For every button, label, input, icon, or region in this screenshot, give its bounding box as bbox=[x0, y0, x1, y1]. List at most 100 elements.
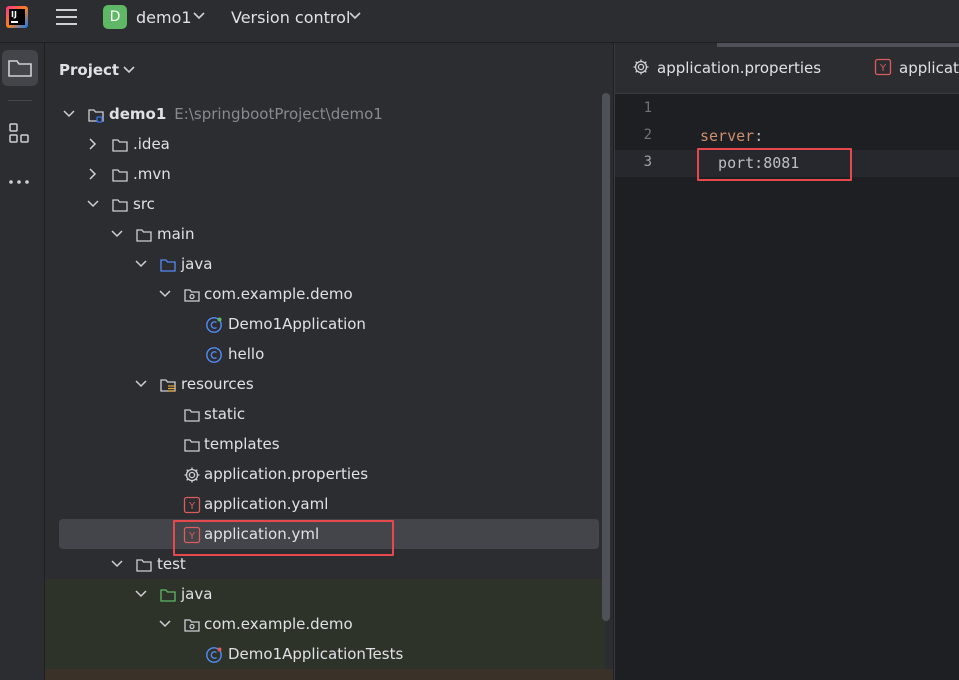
tree-item-label: templates bbox=[204, 435, 280, 453]
tree-item-java[interactable]: java bbox=[45, 250, 613, 280]
project-badge[interactable]: D bbox=[103, 5, 127, 29]
tab-scroll-indicator bbox=[717, 43, 959, 47]
folder-icon bbox=[112, 139, 128, 152]
divider bbox=[8, 100, 32, 101]
tree-item-label: application.properties bbox=[204, 465, 369, 483]
chevron-down-icon[interactable] bbox=[135, 378, 147, 390]
line-number: 3 bbox=[643, 154, 652, 170]
tree-item-test-java[interactable]: java bbox=[45, 580, 613, 610]
excluded-highlight bbox=[45, 669, 613, 680]
editor: application.properties Y applicati 1 2 3… bbox=[614, 43, 959, 680]
tree-item-application-properties[interactable]: application.properties bbox=[45, 460, 613, 490]
tree-item-static[interactable]: static bbox=[45, 400, 613, 430]
chevron-down-icon bbox=[349, 12, 361, 20]
vertical-scrollbar[interactable] bbox=[602, 93, 610, 621]
tree-item-demo1applicationtests[interactable]: Demo1ApplicationTests bbox=[45, 640, 613, 670]
tree-item-label: application.yaml bbox=[204, 495, 329, 513]
tree-item-package[interactable]: com.example.demo bbox=[45, 280, 613, 310]
gear-icon bbox=[633, 59, 649, 75]
svg-text:Y: Y bbox=[879, 63, 887, 74]
tree-item-test-package[interactable]: com.example.demo bbox=[45, 610, 613, 640]
project-name-dropdown[interactable]: demo1 bbox=[136, 8, 192, 27]
project-path: E:\springbootProject\demo1 bbox=[174, 105, 383, 123]
more-tools-button[interactable] bbox=[2, 163, 38, 199]
tree-item-label: java bbox=[181, 255, 213, 273]
chevron-down-icon[interactable] bbox=[111, 558, 123, 570]
chevron-down-icon[interactable] bbox=[135, 258, 147, 270]
chevron-right-icon[interactable] bbox=[87, 168, 99, 180]
folder-icon bbox=[184, 409, 200, 422]
tree-item-src[interactable]: src bbox=[45, 190, 613, 220]
yaml-file-icon: Y bbox=[183, 496, 201, 514]
yaml-colon: : bbox=[754, 127, 764, 145]
tree-item-label: src bbox=[133, 195, 155, 213]
chevron-right-icon[interactable] bbox=[87, 138, 99, 150]
structure-icon bbox=[9, 123, 29, 143]
tree-item-demo1[interactable]: demo1 E:\springbootProject\demo1 bbox=[45, 100, 613, 130]
tree-item-templates[interactable]: templates bbox=[45, 430, 613, 460]
tool-window-strip bbox=[0, 43, 45, 680]
folder-icon bbox=[136, 559, 152, 572]
tree-item-label: java bbox=[181, 585, 213, 603]
line-number: 1 bbox=[643, 100, 652, 116]
tab-label: application.properties bbox=[657, 59, 822, 77]
chevron-down-icon[interactable] bbox=[87, 198, 99, 210]
structure-tool-button[interactable] bbox=[2, 115, 38, 151]
tree-item-hello[interactable]: hello bbox=[45, 340, 613, 370]
tree-item-label: demo1 bbox=[109, 105, 167, 123]
folder-icon bbox=[136, 229, 152, 242]
tree-item-label: main bbox=[157, 225, 195, 243]
chevron-down-icon[interactable] bbox=[111, 228, 123, 240]
module-folder-icon bbox=[88, 109, 104, 123]
intellij-logo-icon[interactable]: IJ bbox=[6, 6, 28, 28]
editor-tab-bar: application.properties Y applicati bbox=[615, 43, 959, 94]
tree-item-demo1application[interactable]: Demo1Application bbox=[45, 310, 613, 340]
version-control-dropdown[interactable]: Version control bbox=[231, 8, 350, 27]
chevron-down-icon[interactable] bbox=[63, 108, 75, 120]
project-tool-button[interactable] bbox=[2, 50, 38, 86]
panel-title[interactable]: Project bbox=[59, 61, 119, 79]
class-icon bbox=[206, 347, 222, 363]
tree-item-test[interactable]: test bbox=[45, 550, 613, 580]
tree-item-label: Demo1ApplicationTests bbox=[228, 645, 404, 663]
main-menu-icon[interactable] bbox=[56, 8, 78, 26]
tree-item-label: test bbox=[157, 555, 186, 573]
yaml-file-icon: Y bbox=[874, 58, 892, 76]
resources-folder-icon bbox=[160, 379, 176, 392]
tree-item-idea[interactable]: .idea bbox=[45, 130, 613, 160]
package-icon bbox=[184, 289, 200, 302]
tree-item-label: .idea bbox=[133, 135, 170, 153]
source-folder-icon bbox=[160, 259, 176, 272]
folder-icon bbox=[112, 199, 128, 212]
tree-item-label: static bbox=[204, 405, 246, 423]
tree-item-application-yaml[interactable]: Y application.yaml bbox=[45, 490, 613, 520]
chevron-down-icon[interactable] bbox=[123, 65, 135, 75]
more-horizontal-icon bbox=[9, 180, 29, 184]
tree-item-mvn[interactable]: .mvn bbox=[45, 160, 613, 190]
tree-item-label: com.example.demo bbox=[204, 285, 353, 303]
tree-item-resources[interactable]: resources bbox=[45, 370, 613, 400]
chevron-down-icon[interactable] bbox=[135, 588, 147, 600]
tree-item-label: .mvn bbox=[133, 165, 171, 183]
gear-icon bbox=[184, 467, 200, 483]
title-bar: IJ D demo1 Version control bbox=[0, 0, 959, 43]
chevron-down-icon[interactable] bbox=[159, 288, 171, 300]
test-class-icon bbox=[206, 647, 222, 663]
code-line-2[interactable]: server: bbox=[700, 127, 763, 145]
line-number: 2 bbox=[643, 127, 652, 143]
project-panel: Project demo1 E:\springbootProject\demo1 … bbox=[45, 43, 613, 680]
chevron-down-icon[interactable] bbox=[159, 618, 171, 630]
folder-icon bbox=[112, 169, 128, 182]
tree-item-label: com.example.demo bbox=[204, 615, 353, 633]
yaml-key: server bbox=[700, 127, 755, 145]
tree-item-main[interactable]: main bbox=[45, 220, 613, 250]
tree-item-label: Demo1Application bbox=[228, 315, 366, 333]
chevron-down-icon bbox=[193, 12, 205, 20]
highlight-box bbox=[697, 148, 852, 181]
folder-icon bbox=[8, 60, 32, 77]
tree-item-label: resources bbox=[181, 375, 254, 393]
tab-label: applicati bbox=[899, 59, 959, 77]
test-source-folder-icon bbox=[160, 589, 176, 602]
package-icon bbox=[184, 619, 200, 632]
svg-text:Y: Y bbox=[188, 501, 196, 512]
